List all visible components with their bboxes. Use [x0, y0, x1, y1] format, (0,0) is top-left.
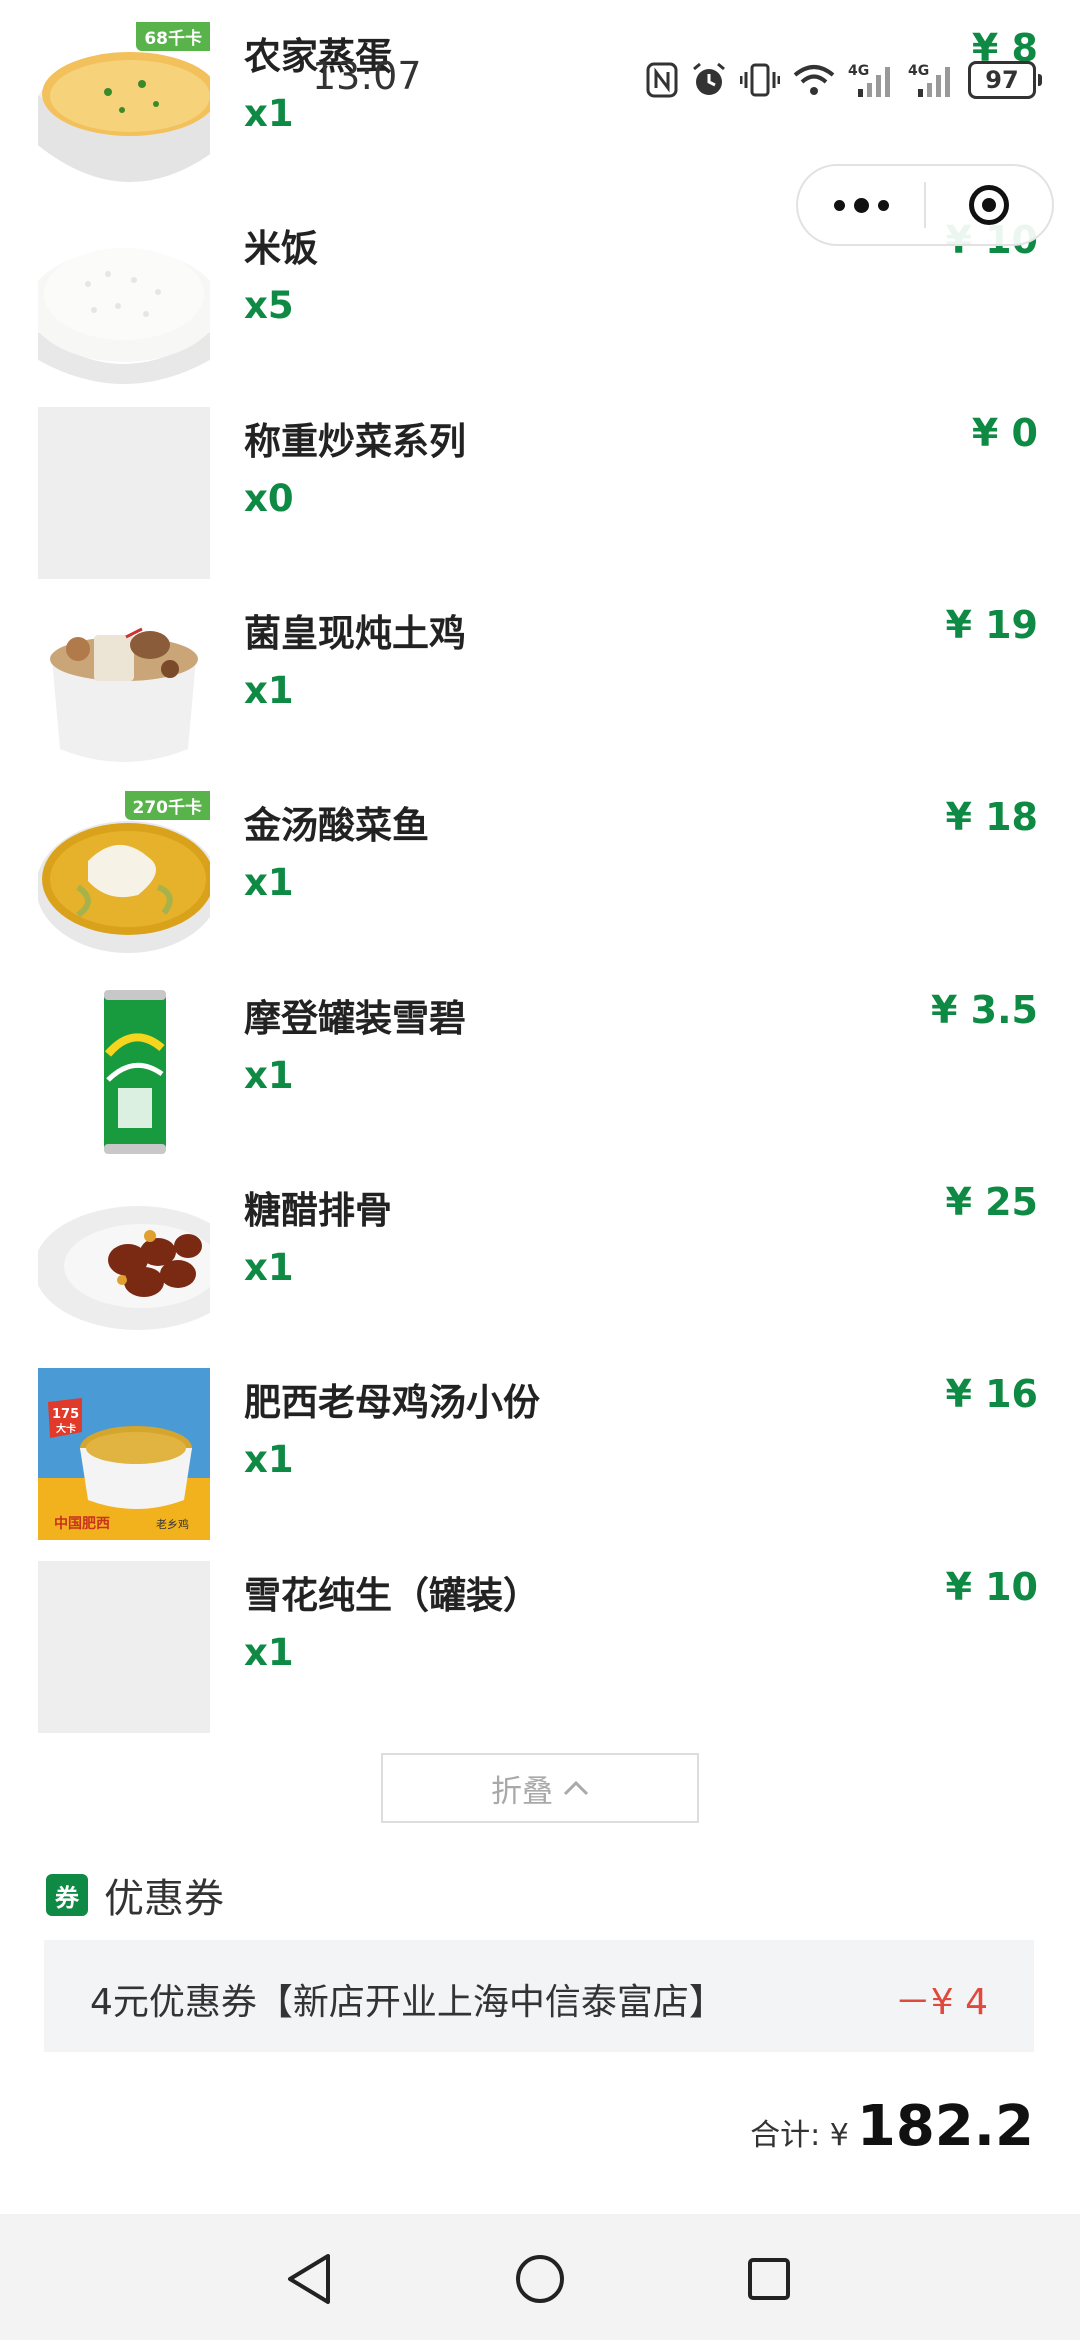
- order-total: 合计: ¥ 182.2: [750, 2094, 1034, 2159]
- coupon-discount: －¥ 4: [894, 1982, 988, 2023]
- item-quantity: x1: [244, 1631, 294, 1674]
- status-icons: 4G 4G 97: [646, 58, 1042, 102]
- order-item: 糖醋排骨 x1 ¥ 25: [0, 1176, 1080, 1368]
- collapse-button[interactable]: 折叠: [381, 1753, 699, 1823]
- collapse-label: 折叠: [491, 1773, 553, 1810]
- item-price: ¥ 18: [945, 795, 1038, 839]
- order-item: 175 大卡中国肥西 老乡鸡 肥西老母鸡汤小份 x1 ¥ 16: [0, 1368, 1080, 1560]
- item-quantity: x1: [244, 1054, 294, 1097]
- item-name: 糖醋排骨: [244, 1189, 392, 1232]
- alarm-icon: [693, 62, 725, 95]
- item-name: 菌皇现炖土鸡: [244, 612, 466, 655]
- item-price: ¥ 25: [945, 1180, 1038, 1224]
- dish-image-rice: [38, 214, 210, 386]
- dish-image-chicken-soup: 175 大卡中国肥西 老乡鸡: [38, 1368, 210, 1540]
- dish-image-stewed-chicken: [38, 599, 210, 771]
- item-price: ¥ 10: [945, 1565, 1038, 1609]
- svg-text:中国肥西: 中国肥西: [54, 1515, 110, 1532]
- coupon-header: 券 优惠券: [46, 1866, 224, 1924]
- chevron-up-icon: [563, 1780, 589, 1796]
- item-price: ¥ 3.5: [931, 988, 1038, 1032]
- item-name: 称重炒菜系列: [244, 420, 466, 463]
- nfc-icon: [646, 62, 678, 98]
- kcal-badge: 68千卡: [136, 22, 210, 51]
- item-quantity: x1: [244, 1438, 294, 1481]
- item-name: 金汤酸菜鱼: [244, 804, 429, 847]
- total-value: 182.2: [856, 2094, 1034, 2159]
- back-icon[interactable]: [274, 2244, 344, 2314]
- order-item: 雪花纯生（罐装） x1 ¥ 10: [0, 1561, 1080, 1753]
- mini-program-capsule: [796, 164, 1054, 246]
- order-item: 菌皇现炖土鸡 x1 ¥ 19: [0, 599, 1080, 791]
- status-time: 13:07: [312, 54, 422, 98]
- item-quantity: x1: [244, 861, 294, 904]
- item-price: ¥ 0: [971, 411, 1038, 455]
- svg-text:4G: 4G: [848, 63, 869, 79]
- dish-image-placeholder: [38, 407, 210, 579]
- item-quantity: x0: [244, 477, 294, 520]
- item-name: 雪花纯生（罐装）: [244, 1574, 540, 1617]
- item-name: 肥西老母鸡汤小份: [244, 1381, 540, 1424]
- svg-text:4G: 4G: [908, 63, 929, 79]
- coupon-row[interactable]: 4元优惠券【新店开业上海中信泰富店】 －¥ 4: [44, 1940, 1034, 2052]
- wifi-icon: [793, 65, 835, 95]
- total-label: 合计: ¥: [750, 2118, 849, 2153]
- system-navigation-bar: [0, 2214, 1080, 2340]
- order-item: 称重炒菜系列 x0 ¥ 0: [0, 407, 1080, 599]
- item-quantity: x1: [244, 669, 294, 712]
- item-quantity: x5: [244, 284, 294, 327]
- item-quantity: x1: [244, 1246, 294, 1289]
- recent-apps-icon[interactable]: [734, 2244, 804, 2314]
- calorie-badge-text: 175: [52, 1407, 79, 1422]
- item-price: ¥ 19: [945, 603, 1038, 647]
- dish-image-steamed-egg: 68千卡: [38, 22, 210, 194]
- vibrate-icon: [740, 63, 780, 97]
- order-item: 270千卡 金汤酸菜鱼 x1 ¥ 18: [0, 791, 1080, 983]
- dish-image-sprite-can: [38, 984, 210, 1156]
- home-icon[interactable]: [505, 2244, 575, 2314]
- order-item: 摩登罐装雪碧 x1 ¥ 3.5: [0, 984, 1080, 1176]
- signal-4g-2-icon: 4G: [908, 63, 950, 97]
- coupon-name: 4元优惠券【新店开业上海中信泰富店】: [90, 1982, 725, 2023]
- item-quantity: x1: [244, 92, 294, 135]
- item-price: ¥ 16: [945, 1372, 1038, 1416]
- coupon-icon: 券: [46, 1874, 88, 1916]
- signal-4g-icon: 4G: [848, 63, 890, 97]
- dish-image-fish-soup: 270千卡: [38, 791, 210, 963]
- item-name: 米饭: [244, 227, 318, 270]
- coupon-title: 优惠券: [104, 1876, 224, 1922]
- battery-icon: 97: [968, 61, 1042, 99]
- dish-image-placeholder: [38, 1561, 210, 1733]
- target-close-icon[interactable]: [926, 166, 1052, 244]
- dish-image-sweet-sour-ribs: [38, 1176, 210, 1348]
- svg-text:大卡: 大卡: [56, 1422, 76, 1435]
- item-name: 摩登罐装雪碧: [244, 997, 466, 1040]
- kcal-badge: 270千卡: [124, 791, 210, 820]
- svg-text:老乡鸡: 老乡鸡: [156, 1517, 189, 1531]
- more-dots-icon[interactable]: [798, 166, 924, 244]
